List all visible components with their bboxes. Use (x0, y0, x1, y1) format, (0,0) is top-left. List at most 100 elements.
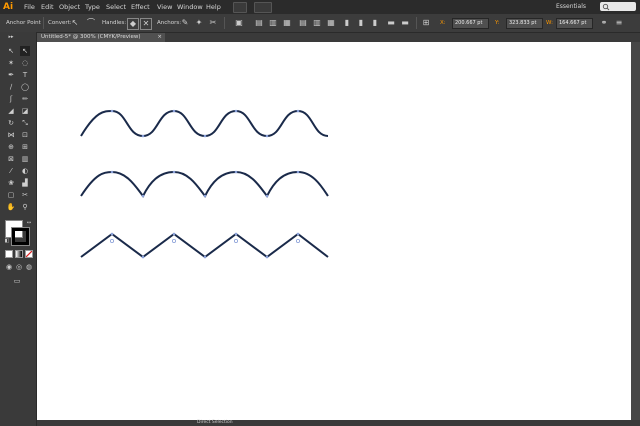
w-field[interactable]: 164.667 pt (556, 18, 593, 29)
menu-help[interactable]: Help (206, 3, 221, 11)
anchor-point[interactable] (110, 109, 114, 113)
connect-anchors-icon[interactable]: ✦ (194, 18, 204, 28)
rotate-tool-icon[interactable]: ↻ (6, 118, 16, 128)
distribute-bottom-icon[interactable]: ▬ (400, 18, 410, 28)
draw-normal-icon[interactable]: ◉ (4, 262, 14, 272)
magic-wand-tool-icon[interactable]: ✶ (6, 58, 16, 68)
screen-mode-icon[interactable]: ▭ (12, 276, 22, 286)
document-tab[interactable]: Untitled-5* @ 300% (CMYK/Preview) × (37, 33, 165, 42)
distribute-left-icon[interactable]: ▮ (342, 18, 352, 28)
gradient-tool-icon[interactable]: ▥ (20, 154, 30, 164)
lasso-tool-icon[interactable]: ◌ (20, 58, 30, 68)
align-middle-icon[interactable]: ▥ (312, 18, 322, 28)
menu-file[interactable]: File (24, 3, 35, 11)
anchor-point[interactable] (265, 194, 269, 198)
default-colors-icon[interactable]: ◧ (2, 236, 12, 246)
hand-tool-icon[interactable]: ✋ (6, 202, 16, 212)
eyedropper-tool-icon[interactable]: ⁄ (6, 166, 16, 176)
vertical-scrollbar[interactable] (631, 42, 640, 420)
anchor-point[interactable] (110, 232, 114, 236)
menu-view[interactable]: View (157, 3, 172, 11)
bridge-button[interactable] (233, 2, 247, 13)
menu-effect[interactable]: Effect (131, 3, 150, 11)
swap-fill-stroke-icon[interactable]: ↔ (24, 218, 34, 228)
anchor-point[interactable] (234, 232, 238, 236)
anchor-point[interactable] (296, 170, 300, 174)
artboard-tool-icon[interactable]: ▢ (6, 190, 16, 200)
anchor-point[interactable] (172, 170, 176, 174)
show-handles-icon[interactable]: ◆ (127, 18, 139, 30)
selection-tool-icon[interactable]: ↖ (6, 46, 16, 56)
align-left-icon[interactable]: ▤ (254, 18, 264, 28)
link-icon[interactable]: ⚭ (599, 18, 609, 28)
anchor-point[interactable] (203, 255, 207, 259)
ellipse-tool-icon[interactable]: ◯ (20, 82, 30, 92)
align-bottom-icon[interactable]: ▦ (326, 18, 336, 28)
mesh-tool-icon[interactable]: ⊠ (6, 154, 16, 164)
remove-anchor-icon[interactable]: ✎ (180, 18, 190, 28)
align-center-icon[interactable]: ▥ (268, 18, 278, 28)
anchor-point[interactable] (234, 109, 238, 113)
distribute-top-icon[interactable]: ▬ (386, 18, 396, 28)
anchor-point[interactable] (110, 170, 114, 174)
close-tab-icon[interactable]: × (157, 33, 162, 42)
anchor-point[interactable] (141, 194, 145, 198)
search-field[interactable] (600, 2, 636, 11)
graph-tool-icon[interactable]: ▟ (20, 178, 30, 188)
blend-tool-icon[interactable]: ◐ (20, 166, 30, 176)
free-transform-tool-icon[interactable]: ⊡ (20, 130, 30, 140)
anchor-point[interactable] (203, 134, 207, 138)
eraser-tool-icon[interactable]: ◪ (20, 106, 30, 116)
none-mode-button[interactable] (25, 250, 33, 258)
cut-path-icon[interactable]: ✂ (208, 18, 218, 28)
zoom-tool-icon[interactable]: ⚲ (20, 202, 30, 212)
stroke-swatch[interactable] (11, 227, 30, 246)
convert-corner-icon[interactable]: ↖ (70, 18, 80, 28)
color-mode-button[interactable] (5, 250, 13, 258)
anchor-point[interactable] (203, 194, 207, 198)
isolate-icon[interactable]: ▣ (234, 18, 244, 28)
menu-object[interactable]: Object (59, 3, 80, 11)
paintbrush-tool-icon[interactable]: ʃ (6, 94, 16, 104)
menu-select[interactable]: Select (106, 3, 126, 11)
y-field[interactable]: 323.833 pt (506, 18, 543, 29)
anchor-point[interactable] (296, 109, 300, 113)
x-field[interactable]: 200.667 pt (452, 18, 489, 29)
menu-edit[interactable]: Edit (41, 3, 54, 11)
hide-handles-icon[interactable]: ✕ (140, 18, 152, 30)
menu-window[interactable]: Window (177, 3, 203, 11)
distribute-right-icon[interactable]: ▮ (370, 18, 380, 28)
anchor-point[interactable] (234, 170, 238, 174)
align-top-icon[interactable]: ▤ (298, 18, 308, 28)
arrange-documents-button[interactable] (254, 2, 272, 13)
anchor-point[interactable] (141, 134, 145, 138)
shape-builder-tool-icon[interactable]: ⊕ (6, 142, 16, 152)
gradient-mode-button[interactable] (15, 250, 23, 258)
line-tool-icon[interactable]: ∕ (6, 82, 16, 92)
menu-type[interactable]: Type (85, 3, 100, 11)
collapse-icon[interactable]: ▸▸ (6, 35, 16, 40)
workspace-switcher[interactable]: Essentials (556, 3, 586, 10)
scale-tool-icon[interactable]: ⤡ (20, 118, 30, 128)
width-tool-icon[interactable]: ⋈ (6, 130, 16, 140)
anchor-point[interactable] (172, 109, 176, 113)
pencil-tool-icon[interactable]: ✏ (20, 94, 30, 104)
pen-tool-icon[interactable]: ✒ (6, 70, 16, 80)
type-tool-icon[interactable]: T (20, 70, 30, 80)
draw-inside-icon[interactable]: ◍ (24, 262, 34, 272)
artboard-canvas[interactable] (37, 42, 631, 420)
perspective-grid-tool-icon[interactable]: ⊞ (20, 142, 30, 152)
blob-brush-tool-icon[interactable]: ◢ (6, 106, 16, 116)
anchor-point[interactable] (141, 255, 145, 259)
distribute-center-icon[interactable]: ▮ (356, 18, 366, 28)
convert-smooth-icon[interactable]: ⌒ (86, 18, 96, 28)
reference-point-icon[interactable]: ⊞ (421, 18, 431, 28)
symbol-sprayer-tool-icon[interactable]: ❀ (6, 178, 16, 188)
scalloped-path[interactable] (80, 170, 329, 198)
direct-selection-tool-icon[interactable]: ↖ (20, 46, 30, 56)
draw-behind-icon[interactable]: ◎ (14, 262, 24, 272)
slice-tool-icon[interactable]: ✂ (20, 190, 30, 200)
align-right-icon[interactable]: ▦ (282, 18, 292, 28)
anchor-point[interactable] (265, 134, 269, 138)
anchor-point[interactable] (172, 232, 176, 236)
